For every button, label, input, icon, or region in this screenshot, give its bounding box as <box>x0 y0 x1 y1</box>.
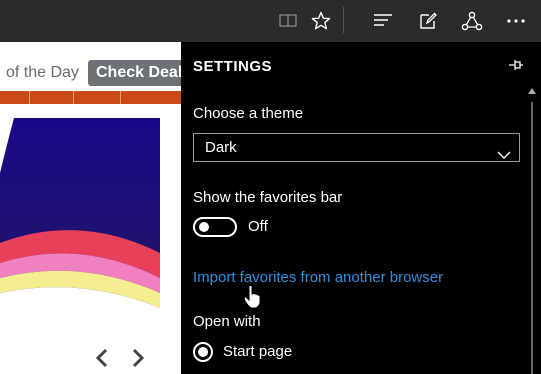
radio-dot <box>198 347 208 357</box>
settings-title: SETTINGS <box>193 58 273 75</box>
scroll-up-icon[interactable] <box>528 88 536 94</box>
favorites-bar-toggle[interactable] <box>193 217 237 237</box>
webpage-content: of the Day Check Deal <box>0 42 181 374</box>
theme-label: Choose a theme <box>193 105 304 122</box>
favorites-star-icon[interactable] <box>300 0 342 42</box>
hand-cursor-icon <box>243 285 261 309</box>
web-note-icon[interactable] <box>407 0 449 42</box>
start-page-radio[interactable] <box>193 342 213 362</box>
start-page-label: Start page <box>223 343 293 360</box>
check-deal-button[interactable]: Check Deal <box>88 60 181 86</box>
carousel-next-icon[interactable] <box>126 347 148 369</box>
deal-of-the-day-text: of the Day <box>6 64 79 81</box>
favorites-bar-label: Show the favorites bar <box>193 189 343 206</box>
theme-select-value: Dark <box>205 139 237 156</box>
orange-nav-bar <box>0 91 181 104</box>
settings-panel: SETTINGS Choose a theme Dark Show the fa… <box>181 42 541 374</box>
carousel-prev-icon[interactable] <box>92 347 114 369</box>
toolbar-separator <box>343 7 344 33</box>
more-icon[interactable] <box>495 0 537 42</box>
promo-banner-image <box>0 118 181 328</box>
import-favorites-link[interactable]: Import favorites from another browser <box>193 269 443 286</box>
hub-icon[interactable] <box>362 0 404 42</box>
browser-toolbar <box>0 0 541 42</box>
chevron-down-icon <box>497 142 511 169</box>
favorites-bar-state: Off <box>248 218 268 235</box>
settings-scrollbar[interactable] <box>521 42 541 374</box>
theme-select[interactable]: Dark <box>193 133 520 162</box>
deal-strip: of the Day Check Deal <box>0 50 181 86</box>
share-icon[interactable] <box>451 0 493 42</box>
open-with-label: Open with <box>193 313 261 330</box>
scroll-track[interactable] <box>531 102 533 374</box>
toggle-knob <box>199 222 209 232</box>
